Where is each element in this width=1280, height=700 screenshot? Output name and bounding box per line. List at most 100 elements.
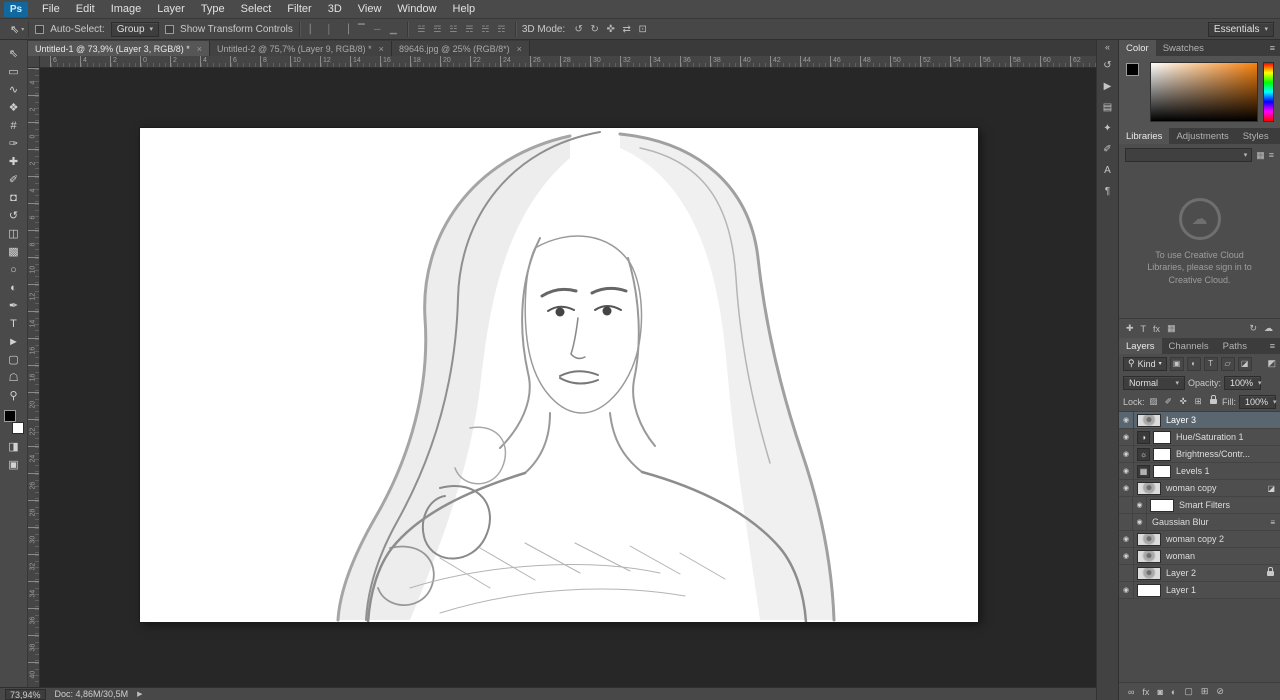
layer-thumbnail[interactable] — [1137, 481, 1161, 495]
add-color-icon[interactable]: ▦ — [1167, 323, 1176, 334]
ruler-origin-corner[interactable] — [28, 56, 40, 68]
filter-kind-dropdown[interactable]: ⚲ Kind ▾ — [1123, 356, 1167, 371]
screen-mode-icon[interactable]: ▣ — [2, 456, 26, 473]
lasso-tool[interactable]: ∿ — [2, 81, 26, 98]
menu-window[interactable]: Window — [389, 0, 444, 18]
expand-panels-icon[interactable]: « — [1105, 42, 1110, 55]
layer-row[interactable]: ◉ Layer 1 — [1119, 582, 1280, 599]
filter-pixel-layers-icon[interactable]: ▣ — [1169, 356, 1184, 371]
layer-name[interactable]: woman copy — [1166, 483, 1267, 493]
distribute-left-edges-icon[interactable]: ☴ — [462, 22, 477, 36]
layer-badge-icon[interactable]: ≡ — [1270, 518, 1275, 527]
document-tab[interactable]: Untitled-2 @ 75,7% (Layer 9, RGB/8) * × — [209, 41, 392, 56]
layer-visibility-toggle[interactable]: ◉ — [1119, 480, 1134, 496]
align-top-edges-icon[interactable]: ▔ — [354, 22, 369, 36]
add-character-style-icon[interactable]: T — [1141, 324, 1147, 334]
sync-icon[interactable]: ↻ — [1249, 323, 1257, 334]
layer-row[interactable]: ◉ Layer 3 — [1119, 412, 1280, 429]
align-bottom-edges-icon[interactable]: ▁ — [386, 22, 401, 36]
menu-layer[interactable]: Layer — [149, 0, 193, 18]
info-panel-icon[interactable]: ✦ — [1099, 119, 1117, 138]
layer-visibility-toggle[interactable]: ◉ — [1132, 497, 1147, 513]
layer-visibility-toggle[interactable]: ◉ — [1119, 548, 1134, 564]
filter-toggle-icon[interactable]: ◩ — [1267, 358, 1276, 369]
distribute-top-edges-icon[interactable]: ☱ — [414, 22, 429, 36]
layer-name[interactable]: woman — [1166, 551, 1280, 561]
layer-name[interactable]: Layer 3 — [1166, 415, 1280, 425]
brush-settings-panel-icon[interactable]: ✐ — [1099, 140, 1117, 159]
layer-mask-thumbnail[interactable] — [1153, 464, 1171, 478]
menu-3d[interactable]: 3D — [320, 0, 350, 18]
paragraph-panel-icon[interactable]: ¶ — [1099, 182, 1117, 201]
layer-mask-thumbnail[interactable] — [1153, 447, 1171, 461]
tab-layers[interactable]: Layers — [1119, 338, 1162, 354]
lock-image-pixels-icon[interactable]: ✐ — [1162, 395, 1174, 408]
distribute-right-edges-icon[interactable]: ☶ — [494, 22, 509, 36]
delete-layer-icon[interactable]: ⊘ — [1216, 686, 1224, 697]
zoom-tool[interactable]: ⚲ — [2, 387, 26, 404]
layer-name[interactable]: Gaussian Blur — [1152, 517, 1270, 527]
layer-name[interactable]: Brightness/Contr... — [1176, 449, 1280, 459]
distribute-horizontal-centers-icon[interactable]: ☵ — [478, 22, 493, 36]
layer-name[interactable]: Layer 2 — [1166, 568, 1267, 578]
add-graphic-icon[interactable]: ✚ — [1126, 323, 1134, 334]
3d-slide-icon[interactable]: ⇄ — [619, 22, 634, 36]
menu-view[interactable]: View — [350, 0, 390, 18]
foreground-color-swatch[interactable] — [3, 410, 16, 422]
filter-smart-objects-icon[interactable]: ◪ — [1237, 356, 1252, 371]
properties-panel-icon[interactable]: ▤ — [1099, 98, 1117, 117]
history-panel-icon[interactable]: ↺ — [1099, 56, 1117, 75]
hue-slider[interactable] — [1263, 62, 1274, 122]
crop-tool[interactable]: # — [2, 117, 26, 134]
auto-select-mode-dropdown[interactable]: Group ▾ — [110, 21, 160, 37]
vertical-ruler[interactable]: 4 2 0 2 4 6 8 10 12 14 16 18 20 22 24 26 28 30 32 34 36 38 40 — [28, 68, 40, 687]
eraser-tool[interactable]: ◫ — [2, 225, 26, 242]
dodge-tool[interactable]: ◐ — [2, 279, 26, 296]
align-horizontal-centers-icon[interactable]: │ — [322, 22, 337, 36]
3d-scale-icon[interactable]: ⊡ — [635, 22, 650, 36]
opacity-field[interactable]: 100% ▾ — [1224, 375, 1262, 390]
3d-rotate-icon[interactable]: ↺ — [571, 22, 586, 36]
color-panel-swatches[interactable] — [1125, 62, 1145, 122]
layer-visibility-toggle[interactable]: ◉ — [1119, 446, 1134, 462]
cloud-icon[interactable]: ☁ — [1264, 323, 1273, 334]
saturation-brightness-field[interactable] — [1150, 62, 1258, 122]
blend-mode-dropdown[interactable]: Normal ▾ — [1123, 375, 1185, 390]
document-tab[interactable]: 89646.jpg @ 25% (RGB/8*) × — [391, 41, 530, 56]
status-arrow-icon[interactable]: ▶ — [137, 690, 142, 698]
auto-select-checkbox[interactable] — [35, 24, 45, 34]
layer-badge-icon[interactable]: ◪ — [1267, 484, 1275, 493]
filter-shape-layers-icon[interactable]: ▱ — [1220, 356, 1235, 371]
lock-transparent-pixels-icon[interactable]: ▨ — [1148, 395, 1160, 408]
align-right-edges-icon[interactable]: ▕ — [338, 22, 353, 36]
lock-all-icon[interactable] — [1207, 395, 1219, 408]
layer-visibility-toggle[interactable]: ◉ — [1119, 531, 1134, 547]
panel-menu-icon[interactable]: ≡ — [1265, 338, 1280, 354]
layer-name[interactable]: Smart Filters — [1179, 500, 1280, 510]
eyedropper-tool[interactable]: ✑ — [2, 135, 26, 152]
align-vertical-centers-icon[interactable]: ─ — [370, 22, 385, 36]
new-adjustment-layer-icon[interactable]: ◐ — [1171, 687, 1176, 697]
layer-visibility-toggle[interactable]: ◉ — [1119, 463, 1134, 479]
layer-style-icon[interactable]: fx — [1142, 687, 1149, 697]
layer-visibility-toggle[interactable]: ◉ — [1119, 429, 1134, 445]
blur-tool[interactable]: ○ — [2, 261, 26, 278]
type-tool[interactable]: T — [2, 315, 26, 332]
layer-row[interactable]: ◉ ☼ Brightness/Contr... — [1119, 446, 1280, 463]
link-layers-icon[interactable]: ∞ — [1128, 687, 1134, 697]
fill-field[interactable]: 100% ▾ — [1239, 394, 1277, 409]
layer-row[interactable]: Layer 2 — [1119, 565, 1280, 582]
layer-thumbnail[interactable] — [1137, 583, 1161, 597]
tab-swatches[interactable]: Swatches — [1156, 40, 1211, 56]
lock-artboards-icon[interactable]: ⊞ — [1192, 395, 1204, 408]
layer-name[interactable]: woman copy 2 — [1166, 534, 1280, 544]
tab-libraries[interactable]: Libraries — [1119, 128, 1170, 144]
hand-tool[interactable]: ☖ — [2, 369, 26, 386]
character-panel-icon[interactable]: A — [1099, 161, 1117, 180]
panel-menu-icon[interactable]: ≡ — [1265, 40, 1280, 56]
menu-file[interactable]: File — [34, 0, 68, 18]
layer-thumbnail[interactable] — [1137, 549, 1161, 563]
layer-thumbnail[interactable] — [1137, 566, 1161, 580]
grid-view-icon[interactable]: ▦ — [1256, 150, 1265, 161]
menu-help[interactable]: Help — [445, 0, 484, 18]
